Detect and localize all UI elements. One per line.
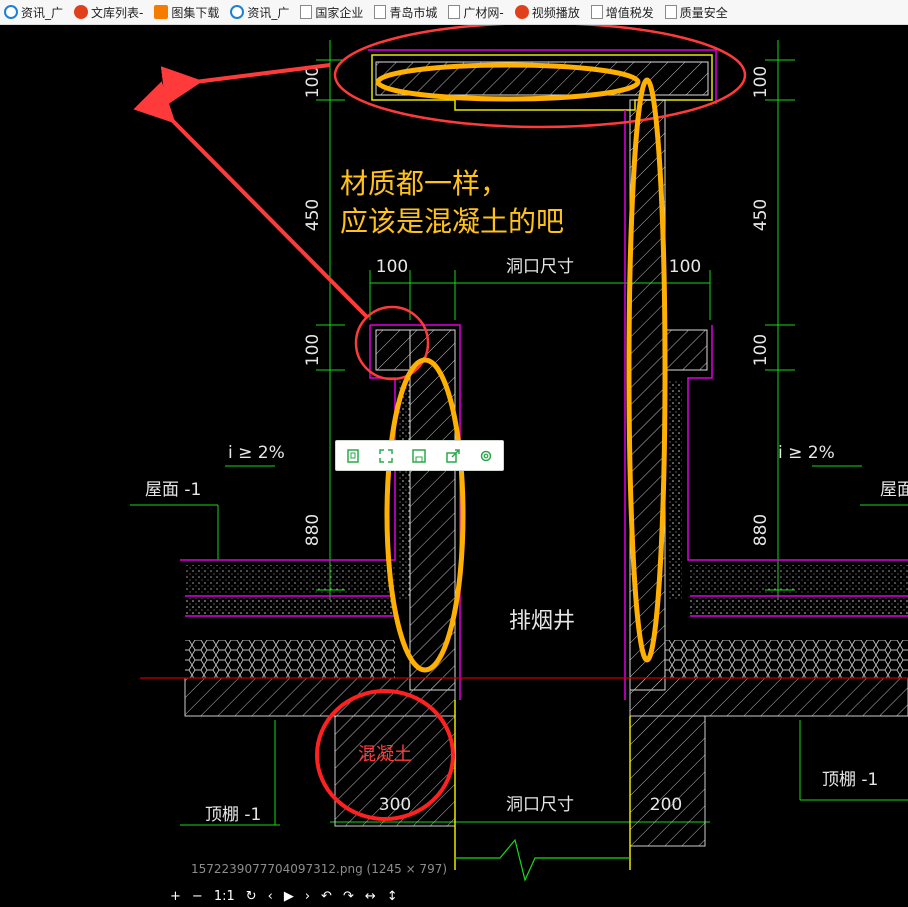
image-viewer-stage: 100 100 450 450 100 100 洞口尺寸 100 100 i ≥… <box>0 21 908 904</box>
viewer-controls: + − 1:1 ↻ ‹ ▶ › ↶ ↷ ↔ ↕ <box>170 885 398 907</box>
expand-icon[interactable] <box>376 446 396 466</box>
page-icon <box>374 5 387 19</box>
share-icon[interactable] <box>443 446 463 466</box>
red-logo-icon <box>514 5 529 19</box>
fit-icon[interactable] <box>343 446 363 466</box>
bookmark-1[interactable]: 资讯_广 <box>0 0 70 24</box>
dim-100-top-left: 100 <box>303 66 323 98</box>
roof-label-left: 屋面 -1 <box>145 480 201 500</box>
page-icon <box>448 5 461 19</box>
shaft-label: 排烟井 <box>509 609 575 634</box>
dim-880-left: 880 <box>303 514 323 546</box>
bookmark-6[interactable]: 青岛市城 <box>370 0 444 24</box>
ie-icon <box>230 5 245 19</box>
dim-opening-top: 洞口尺寸 <box>506 257 574 277</box>
roof-label-right: 屋面 <box>880 480 908 500</box>
red-logo-icon <box>74 5 89 19</box>
bookmark-3[interactable]: 图集下载 <box>150 0 226 24</box>
dim-300: 300 <box>379 795 411 815</box>
bookmark-7[interactable]: 广材网- <box>444 0 510 24</box>
settings-gear-icon[interactable] <box>476 446 496 466</box>
dim-100-mid-right: 100 <box>751 334 771 366</box>
dim-100-width-left: 100 <box>376 257 408 277</box>
dim-opening-bottom: 洞口尺寸 <box>506 795 574 815</box>
ceiling-label-left: 顶棚 -1 <box>205 805 261 825</box>
page-icon <box>590 5 603 19</box>
slope-right: i ≥ 2% <box>778 443 835 463</box>
save-icon[interactable] <box>409 446 429 466</box>
slope-left: i ≥ 2% <box>228 443 285 463</box>
orange-logo-icon <box>154 5 169 19</box>
bookmark-5[interactable]: 国家企业 <box>296 0 370 24</box>
dim-880-right: 880 <box>751 514 771 546</box>
ie-icon <box>4 5 18 19</box>
page-icon <box>664 5 677 19</box>
bookmark-2[interactable]: 文库列表- <box>70 0 150 24</box>
dim-100-width-right: 100 <box>669 257 701 277</box>
bookmark-8[interactable]: 视频播放 <box>511 0 587 24</box>
dim-450-right: 450 <box>751 199 771 231</box>
dim-450-left: 450 <box>303 199 323 231</box>
concrete-label: 混凝土 <box>358 744 412 765</box>
page-icon <box>300 5 313 19</box>
dim-200: 200 <box>650 795 682 815</box>
bookmark-10[interactable]: 质量安全 <box>661 0 735 24</box>
bookmarks-bar: 资讯_广 文库列表- 图集下载 资讯_广 国家企业 青岛市城 广材网- 视频播放… <box>0 0 908 25</box>
bookmark-9[interactable]: 增值税发 <box>587 0 661 24</box>
ceiling-label-right: 顶棚 -1 <box>822 770 878 790</box>
image-filename: 1572239077704097312.png (1245 × 797) <box>191 862 448 876</box>
dim-100-mid-left: 100 <box>303 334 323 366</box>
annotation-line-2: 应该是混凝土的吧 <box>340 205 565 238</box>
bookmark-4[interactable]: 资讯_广 <box>226 0 296 24</box>
annotation-line-1: 材质都一样， <box>340 167 509 200</box>
image-hover-toolbar <box>335 440 504 471</box>
dim-100-top-right: 100 <box>751 66 771 98</box>
